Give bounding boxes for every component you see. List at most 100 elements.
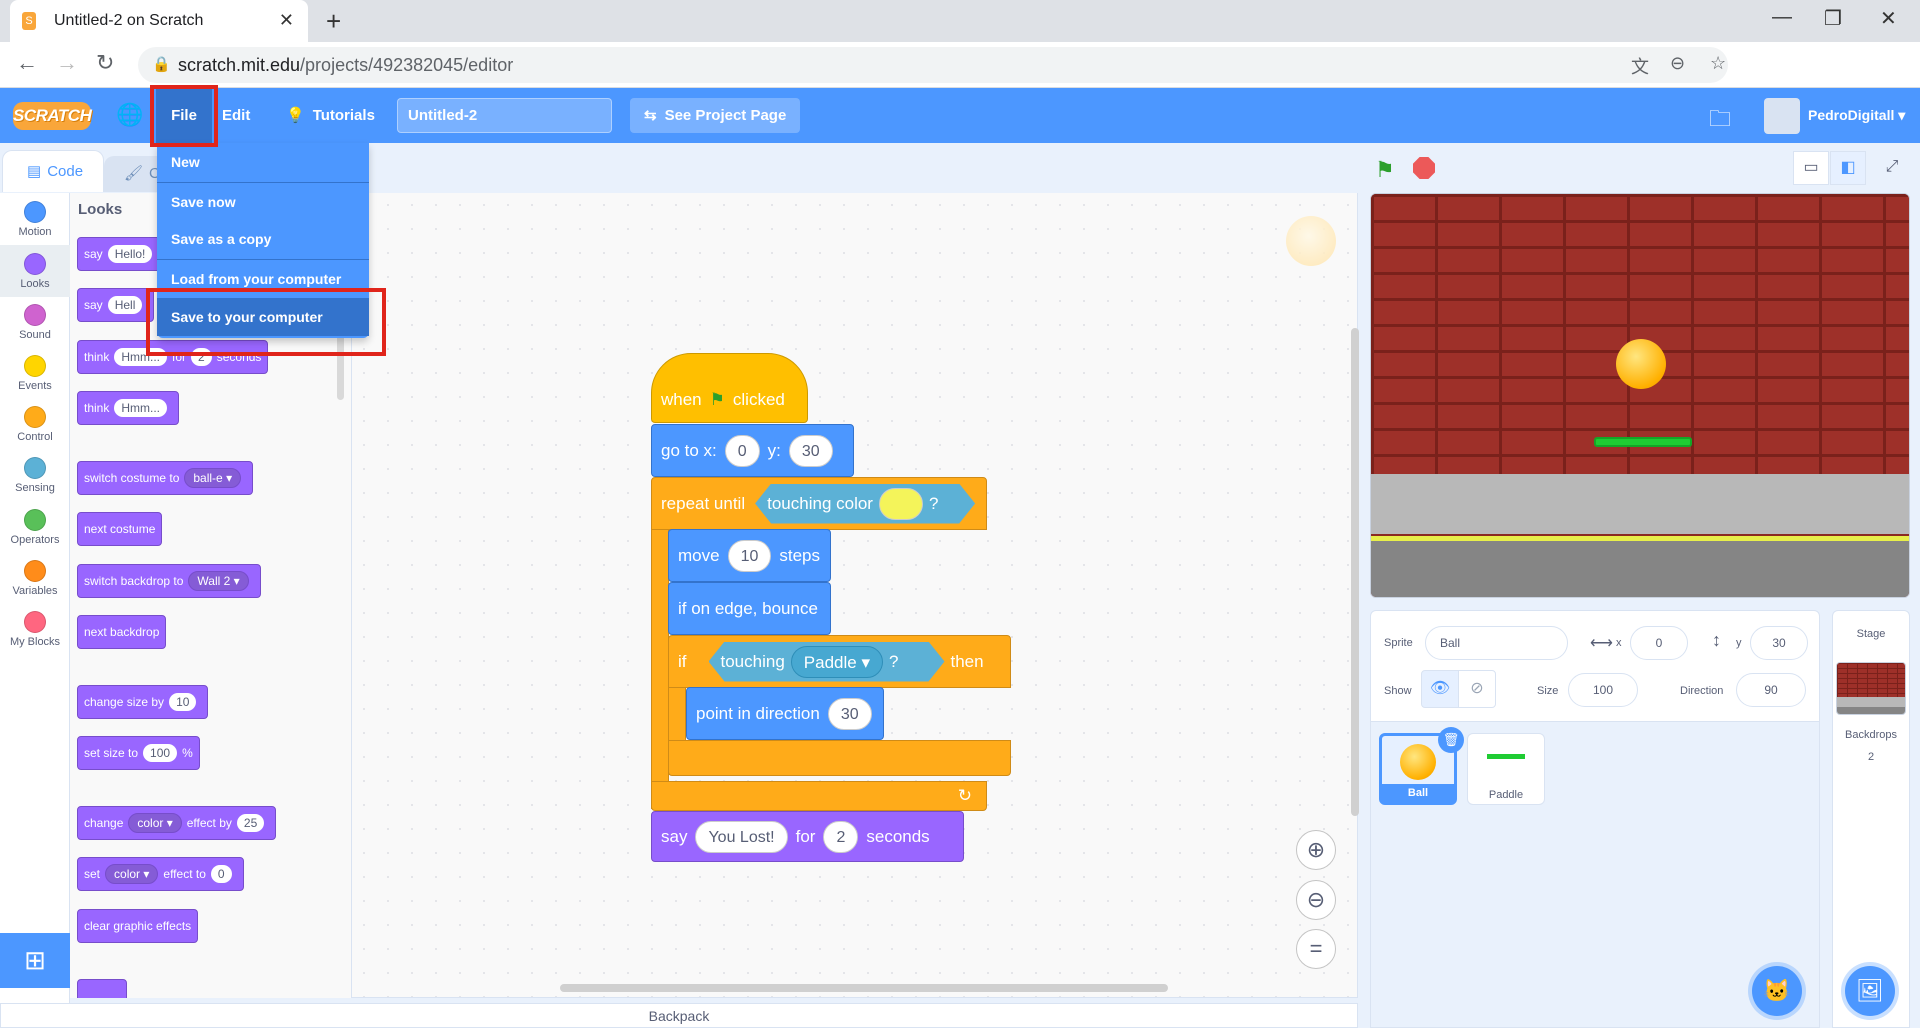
hide-invisible-icon[interactable]: ⊘ bbox=[1458, 670, 1496, 708]
sprite-name-input[interactable]: Ball bbox=[1425, 626, 1568, 660]
new-tab-icon[interactable]: + bbox=[326, 6, 341, 37]
edit-menu-button[interactable]: Edit bbox=[222, 88, 250, 143]
script-area[interactable] bbox=[352, 193, 1358, 998]
category-control[interactable]: Control bbox=[0, 398, 70, 450]
restore-icon[interactable]: ❐ bbox=[1824, 6, 1842, 31]
category-operators[interactable]: Operators bbox=[0, 501, 70, 553]
ball-sprite[interactable] bbox=[1616, 339, 1666, 389]
zoom-in-icon[interactable]: ⊕ bbox=[1296, 830, 1336, 870]
forward-icon[interactable]: → bbox=[56, 50, 78, 76]
close-window-icon[interactable]: ✕ bbox=[1880, 6, 1897, 31]
category-my-blocks[interactable]: My Blocks bbox=[0, 603, 70, 655]
palette-block-think[interactable]: think Hmm... bbox=[77, 391, 180, 425]
paddle-thumb-icon bbox=[1487, 754, 1525, 759]
tab-title: Untitled-2 on Scratch bbox=[54, 12, 204, 29]
translate-icon[interactable]: 文 bbox=[1631, 53, 1649, 79]
bounce-block[interactable]: if on edge, bounce bbox=[668, 582, 831, 635]
browser-tab[interactable]: S Untitled-2 on Scratch ✕ bbox=[10, 0, 308, 42]
sprite-thumb-paddle[interactable]: Paddle bbox=[1467, 733, 1545, 805]
menu-item-new[interactable]: New bbox=[157, 143, 369, 181]
palette-block-next-backdrop[interactable]: next backdrop bbox=[77, 615, 167, 649]
point-in-direction-block[interactable]: point in direction 30 bbox=[686, 687, 884, 740]
project-title-input[interactable]: Untitled-2 bbox=[397, 98, 612, 133]
palette-block-next-costume[interactable]: next costume bbox=[77, 512, 163, 546]
stage-canvas[interactable] bbox=[1370, 193, 1910, 598]
user-avatar[interactable] bbox=[1764, 98, 1800, 134]
palette-block-partial[interactable] bbox=[77, 979, 127, 998]
close-tab-icon[interactable]: ✕ bbox=[279, 10, 294, 31]
palette-block-say-for[interactable]: say Hell bbox=[77, 288, 155, 322]
category-variables[interactable]: Variables bbox=[0, 552, 70, 604]
script-horizontal-scrollbar[interactable] bbox=[560, 984, 1168, 992]
category-sound[interactable]: Sound bbox=[0, 296, 70, 348]
minimize-icon[interactable]: — bbox=[1772, 6, 1792, 29]
scratch-favicon-icon: S bbox=[22, 12, 36, 30]
category-sensing[interactable]: Sensing bbox=[0, 449, 70, 501]
username-menu[interactable]: PedroDigitall ▾ bbox=[1808, 88, 1905, 143]
direction-input[interactable]: 90 bbox=[1736, 673, 1806, 707]
color-swatch[interactable] bbox=[879, 488, 923, 520]
menu-item-save-copy[interactable]: Save as a copy bbox=[157, 220, 369, 258]
if-footer bbox=[668, 740, 1011, 776]
url-text: scratch.mit.edu/projects/492382045/edito… bbox=[178, 55, 514, 75]
touching-target-dropdown[interactable]: Paddle ▾ bbox=[791, 646, 883, 678]
add-extension-icon[interactable]: ⊞ bbox=[0, 933, 70, 988]
menu-item-save-now[interactable]: Save now bbox=[157, 182, 369, 220]
reload-icon[interactable]: ↻ bbox=[96, 50, 114, 76]
touching-sprite-block[interactable]: touching Paddle ▾ ? bbox=[709, 642, 945, 682]
my-stuff-folder-icon[interactable]: 🗀 bbox=[1709, 102, 1731, 140]
stop-icon[interactable] bbox=[1413, 157, 1435, 179]
add-backdrop-icon[interactable]: 🖼 bbox=[1845, 966, 1895, 1016]
add-sprite-cat-icon[interactable]: 🐱 bbox=[1752, 966, 1802, 1016]
normal-stage-icon[interactable]: ◧ bbox=[1830, 151, 1866, 185]
sound-dot-icon bbox=[24, 304, 46, 326]
variables-dot-icon bbox=[24, 560, 46, 582]
touching-color-block[interactable]: touching color ? bbox=[755, 484, 975, 524]
small-stage-icon[interactable]: ▭ bbox=[1793, 151, 1829, 185]
go-to-xy-block[interactable]: go to x: 0 y: 30 bbox=[651, 424, 854, 477]
category-looks[interactable]: Looks bbox=[0, 245, 70, 297]
tutorials-button[interactable]: 💡 Tutorials bbox=[286, 88, 375, 143]
palette-block-set-size[interactable]: set size to 100% bbox=[77, 736, 200, 770]
see-project-page-button[interactable]: ⇆ See Project Page bbox=[630, 98, 800, 133]
palette-block-switch-backdrop[interactable]: switch backdrop to Wall 2 ▾ bbox=[77, 564, 261, 598]
palette-heading: Looks bbox=[78, 201, 123, 218]
backpack-bar[interactable]: Backpack bbox=[0, 1003, 1358, 1028]
palette-block-set-effect[interactable]: set color ▾ effect to 0 bbox=[77, 857, 244, 891]
repeat-until-block[interactable]: repeat until touching color ? bbox=[651, 477, 987, 530]
green-flag-icon: ⚑ bbox=[709, 390, 725, 409]
palette-block-switch-costume[interactable]: switch costume to ball-e ▾ bbox=[77, 461, 254, 495]
omnibox[interactable]: 🔒 scratch.mit.edu/projects/492382045/edi… bbox=[138, 47, 1728, 83]
category-motion[interactable]: Motion bbox=[0, 193, 70, 245]
move-steps-block[interactable]: move 10 steps bbox=[668, 529, 831, 582]
bookmark-star-icon[interactable]: ☆ bbox=[1710, 53, 1726, 74]
green-flag-run-icon[interactable]: ⚑ bbox=[1375, 157, 1395, 183]
tab-code[interactable]: ▤ Code bbox=[2, 150, 104, 192]
say-for-seconds-block[interactable]: say You Lost! for 2 seconds bbox=[651, 811, 964, 862]
zoom-out-script-icon[interactable]: ⊖ bbox=[1296, 880, 1336, 920]
script-vertical-scrollbar[interactable] bbox=[1351, 328, 1359, 816]
when-flag-clicked-block[interactable]: when ⚑ clicked bbox=[651, 353, 808, 423]
fullscreen-icon[interactable]: ⤢ bbox=[1874, 151, 1910, 185]
y-input[interactable]: 30 bbox=[1750, 626, 1808, 660]
x-input[interactable]: 0 bbox=[1630, 626, 1688, 660]
if-then-block[interactable]: if touching Paddle ▾ ? then bbox=[668, 635, 1011, 688]
zoom-reset-icon[interactable]: = bbox=[1296, 929, 1336, 969]
language-globe-icon[interactable]: 🌐 bbox=[116, 102, 143, 128]
show-visible-icon[interactable]: 👁 bbox=[1421, 670, 1459, 708]
scratch-logo[interactable]: SCRATCH bbox=[13, 102, 92, 130]
palette-block-change-effect[interactable]: change color ▾ effect by 25 bbox=[77, 806, 277, 840]
back-icon[interactable]: ← bbox=[16, 50, 38, 76]
stage-heading: Stage bbox=[1856, 628, 1886, 640]
x-label: x bbox=[1616, 637, 1622, 649]
stage-backdrop-thumb[interactable] bbox=[1836, 662, 1906, 715]
category-events[interactable]: Events bbox=[0, 347, 70, 399]
size-input[interactable]: 100 bbox=[1568, 673, 1638, 707]
palette-block-change-size[interactable]: change size by 10 bbox=[77, 685, 209, 719]
zoom-out-icon[interactable]: ⊖ bbox=[1670, 53, 1685, 74]
palette-block-clear-effects[interactable]: clear graphic effects bbox=[77, 909, 199, 943]
address-bar-row: ← → ↻ 🔒 scratch.mit.edu/projects/4923820… bbox=[0, 42, 1920, 120]
palette-block-say[interactable]: say Hello! bbox=[77, 237, 165, 271]
paddle-sprite[interactable] bbox=[1594, 437, 1692, 447]
delete-sprite-icon[interactable]: 🗑 bbox=[1438, 727, 1464, 753]
